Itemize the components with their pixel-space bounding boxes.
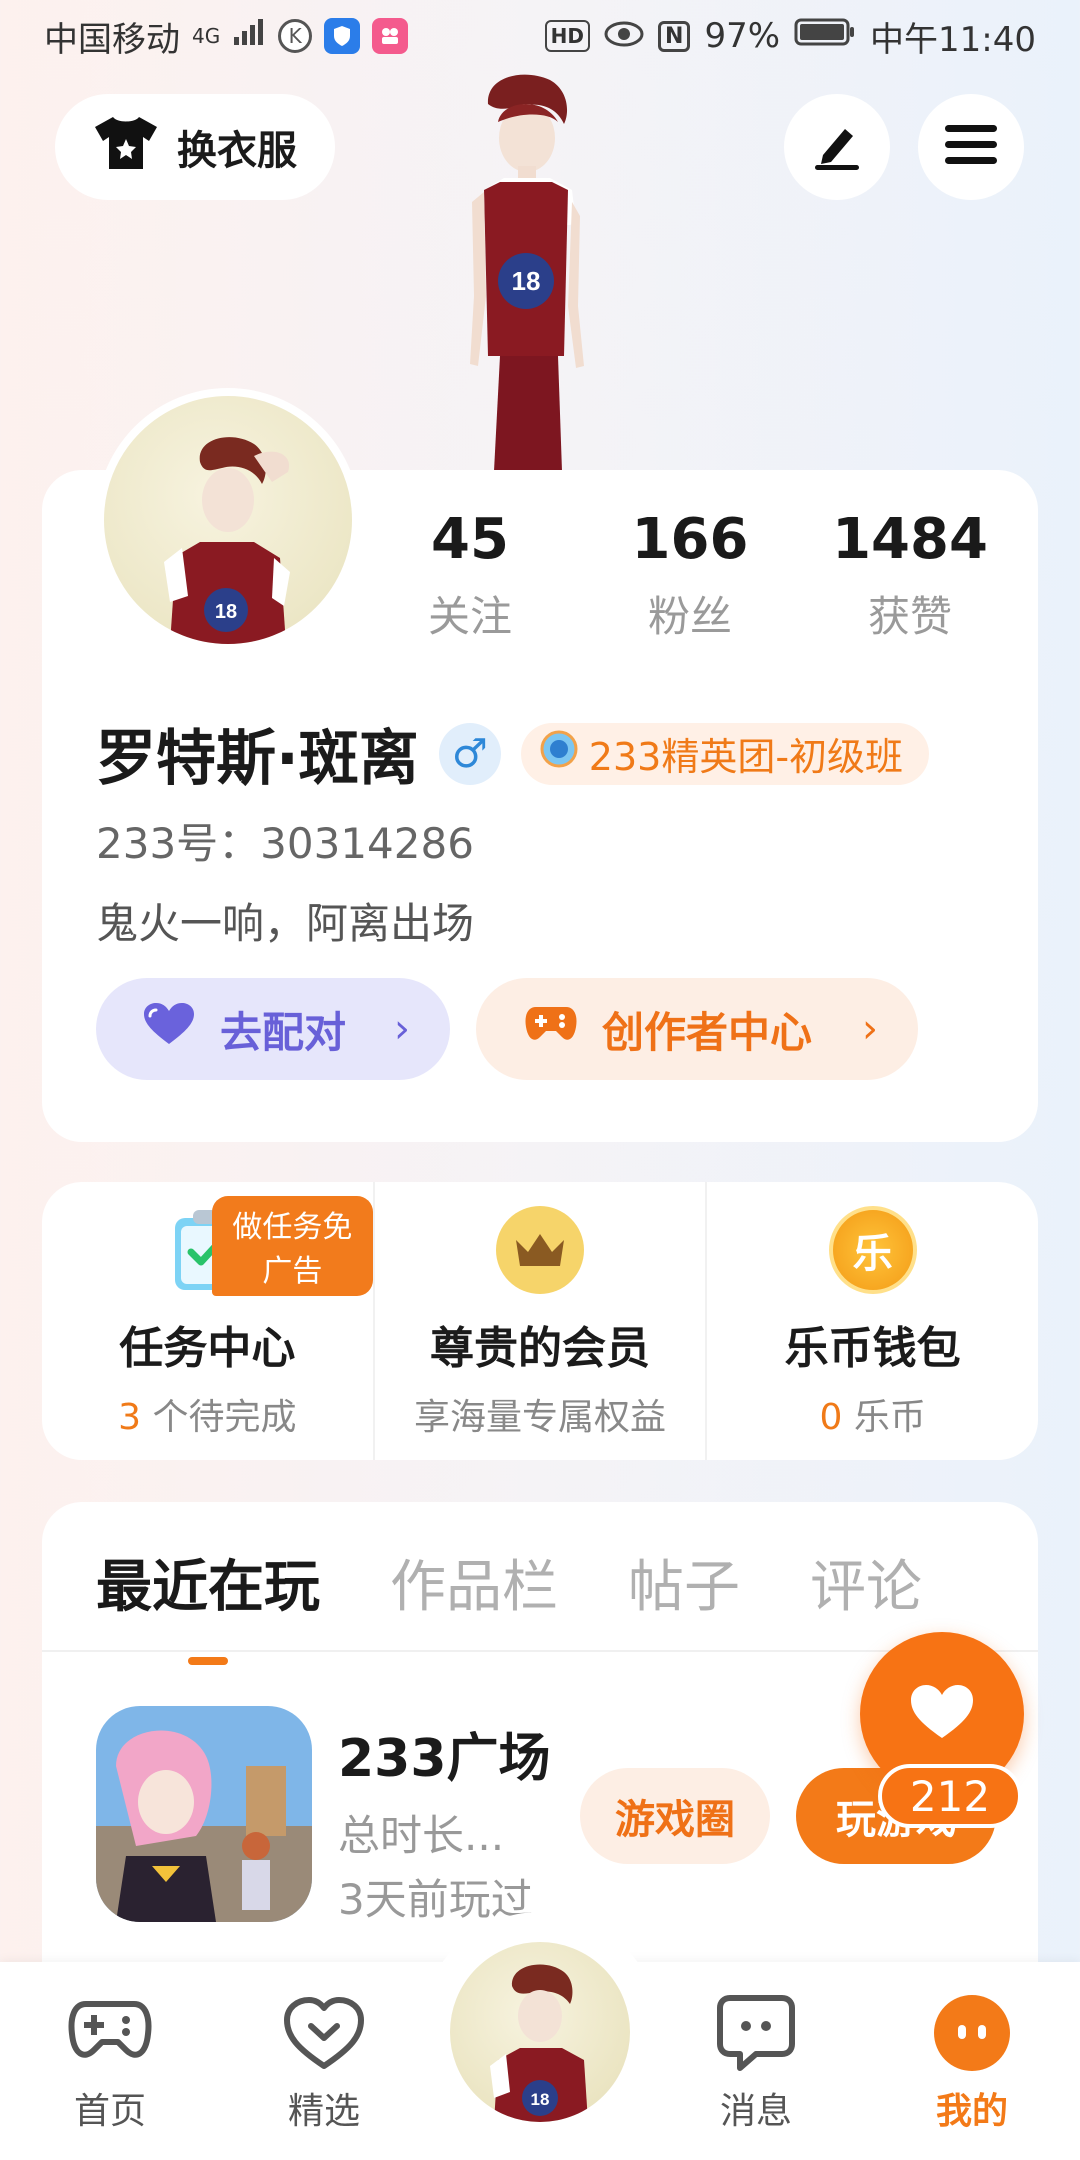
stat-following[interactable]: 45 关注 [360, 505, 580, 644]
coin-count: 0 [819, 1397, 843, 1438]
nav-messages-label: 消息 [719, 2091, 792, 2132]
creator-label: 创作者中心 [602, 1007, 813, 1057]
coin-unit: 乐币 [842, 1397, 926, 1438]
stat-label: 粉丝 [647, 592, 732, 641]
chevron-right-icon: › [394, 1006, 410, 1052]
change-outfit-button[interactable]: 换衣服 [55, 94, 335, 200]
svg-text:18: 18 [215, 601, 237, 623]
task-center-item[interactable]: 做任务免广告 任务中心 3 个待完成 [42, 1182, 373, 1460]
name-row: 罗特斯·斑离 ♂ 233精英团-初级班 [96, 710, 930, 797]
vip-title: 尊贵的会员 [430, 1323, 650, 1374]
nav-home[interactable]: 首页 [40, 1990, 180, 2134]
stat-value: 1484 [832, 507, 988, 572]
pending-count: 3 [118, 1397, 142, 1438]
heart-icon [142, 1002, 196, 1056]
stat-value: 166 [631, 507, 749, 572]
gamepad-icon [524, 1003, 578, 1055]
match-label: 去配对 [220, 1007, 347, 1057]
heart-icon [909, 1684, 975, 1744]
creator-center-button[interactable]: 创作者中心 › [476, 978, 918, 1080]
task-center-sub: 3 个待完成 [42, 1388, 373, 1440]
male-gender-icon: ♂ [438, 722, 501, 785]
wallet-item[interactable]: 乐 乐币钱包 0 乐币 [705, 1182, 1038, 1460]
tab-comments[interactable]: 评论 [810, 1542, 922, 1623]
heart-chat-icon [281, 1990, 367, 2076]
signal-icon [232, 16, 266, 56]
nfc-icon: N [658, 20, 691, 52]
menu-button[interactable] [918, 94, 1024, 200]
stat-label: 关注 [427, 592, 512, 641]
stat-value: 45 [431, 507, 509, 572]
battery-text: 97% [704, 16, 781, 56]
tab-works[interactable]: 作品栏 [390, 1542, 558, 1623]
edit-profile-button[interactable] [784, 94, 890, 200]
clock: 中午11:40 [870, 19, 1036, 60]
change-outfit-label: 换衣服 [177, 128, 297, 174]
tab-recent[interactable]: 最近在玩 [96, 1542, 320, 1623]
wallet-sub: 0 乐币 [707, 1388, 1038, 1440]
membership-badge[interactable]: 233精英团-初级班 [520, 722, 930, 785]
pending-text: 个待完成 [141, 1397, 297, 1438]
nav-home-label: 首页 [73, 2091, 146, 2132]
game-playtime: 总时长... [338, 1811, 505, 1860]
game-name: 233广场 [338, 1729, 551, 1789]
coin-glyph: 乐 [852, 1231, 893, 1277]
shield-app-icon [324, 18, 361, 54]
content-tabs: 最近在玩 作品栏 帖子 评论 [96, 1542, 922, 1623]
gamepad-icon [67, 1990, 153, 2076]
stat-followers[interactable]: 166 粉丝 [580, 505, 800, 644]
game-icon[interactable] [96, 1706, 312, 1922]
wallet-title: 乐币钱包 [784, 1323, 961, 1374]
character-figure[interactable]: 18 [440, 66, 610, 471]
carrier-label: 中国移动 [44, 19, 180, 60]
crown-icon [496, 1206, 584, 1294]
pen-icon [809, 117, 865, 177]
svg-text:18: 18 [512, 266, 541, 296]
eye-icon [604, 16, 644, 56]
tab-posts[interactable]: 帖子 [628, 1542, 740, 1623]
game-app-icon [372, 18, 409, 54]
profile-avatar[interactable]: 18 [96, 388, 360, 652]
k-app-icon: K [278, 19, 313, 53]
stat-label: 获赞 [867, 592, 952, 641]
stats-row: 45 关注 166 粉丝 1484 获赞 [360, 505, 1020, 644]
user-id[interactable]: 233号：30314286 [96, 810, 474, 871]
ad-free-tag: 做任务免广告 [212, 1196, 373, 1296]
user-name: 罗特斯·斑离 [96, 724, 419, 794]
nav-mine-label: 我的 [935, 2091, 1008, 2132]
message-icon [713, 1990, 799, 2076]
nav-mine[interactable]: 我的 [902, 1990, 1042, 2134]
nav-featured[interactable]: 精选 [254, 1990, 394, 2134]
profile-face-icon [929, 1990, 1015, 2076]
vip-item[interactable]: 尊贵的会员 享海量专属权益 [372, 1182, 706, 1460]
stat-likes[interactable]: 1484 获赞 [800, 505, 1020, 644]
badge-label: 233精英团-初级班 [588, 735, 904, 779]
center-avatar-button[interactable]: 18 [444, 1936, 636, 2128]
hamburger-icon [943, 123, 999, 171]
coin-icon: 乐 [828, 1206, 917, 1294]
hd-icon: HD [544, 20, 591, 52]
vip-sub: 享海量专属权益 [414, 1397, 667, 1438]
tshirt-icon [93, 113, 159, 181]
like-count: 212 [878, 1764, 1022, 1828]
gem-icon [539, 729, 579, 778]
game-circle-button[interactable]: 游戏圈 [580, 1768, 770, 1864]
user-bio: 鬼火一响，阿离出场 [96, 899, 475, 948]
svg-text:18: 18 [531, 2090, 550, 2109]
status-bar: 中国移动 4G K HD N 97% 中午11:40 [0, 0, 1080, 72]
network-label: 4G [192, 24, 221, 48]
battery-icon [794, 16, 856, 56]
task-center-title: 任务中心 [119, 1323, 296, 1374]
nav-featured-label: 精选 [287, 2091, 360, 2132]
quick-actions-card: 做任务免广告 任务中心 3 个待完成 尊贵的会员 享海量专属权益 乐 乐币钱包 … [42, 1182, 1038, 1460]
match-button[interactable]: 去配对 › [96, 978, 450, 1080]
nav-messages[interactable]: 消息 [686, 1990, 826, 2134]
chevron-right-icon: › [862, 1006, 878, 1052]
